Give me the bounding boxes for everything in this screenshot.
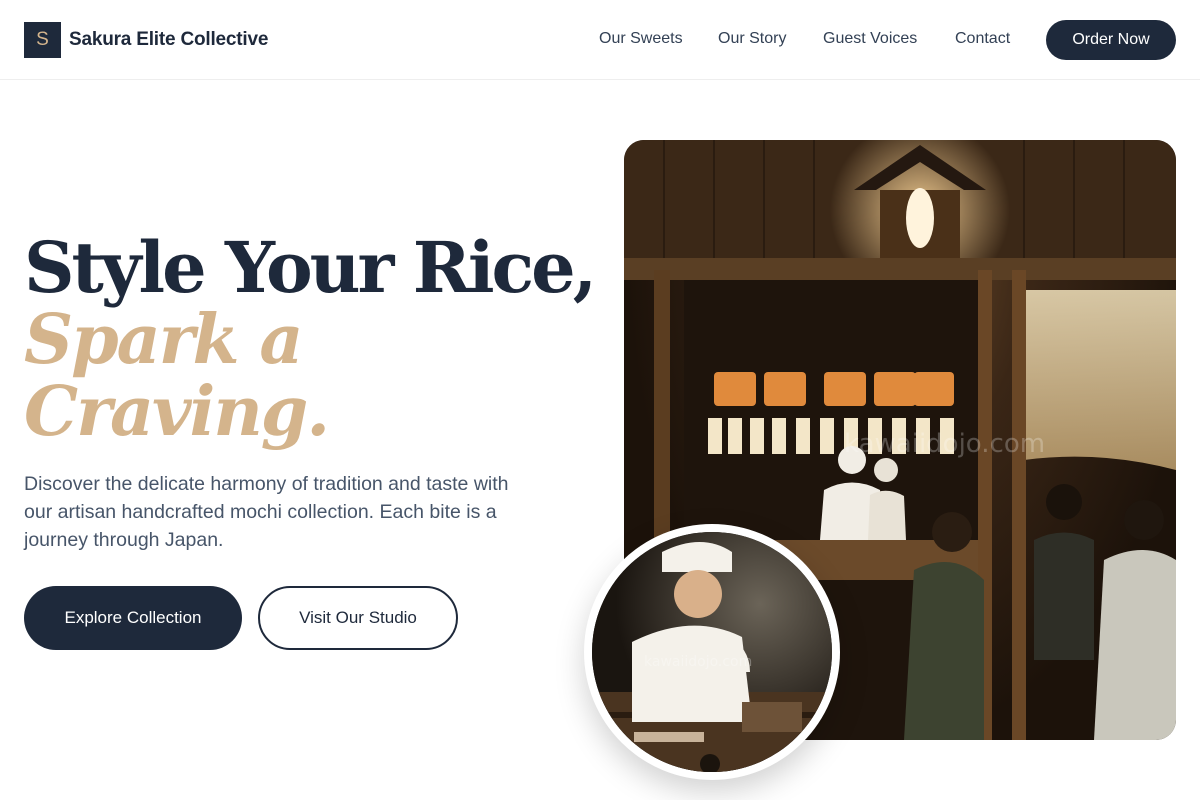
logo-mark: S	[24, 22, 61, 58]
chef-portrait-image: kawaiidojo.com	[592, 532, 832, 772]
order-now-button[interactable]: Order Now	[1046, 20, 1176, 60]
nav-link-our-story[interactable]: Our Story	[718, 30, 786, 48]
explore-collection-button[interactable]: Explore Collection	[24, 586, 242, 650]
inset-watermark-text: kawaiidojo.com	[644, 654, 752, 670]
chef-portrait-frame: kawaiidojo.com	[584, 524, 840, 780]
nav-link-our-sweets[interactable]: Our Sweets	[599, 30, 683, 48]
watermark-text: kawaiidojo.com	[844, 429, 1045, 459]
hero-headline-line2: Spark a	[24, 300, 303, 380]
hero-description: Discover the delicate harmony of traditi…	[24, 473, 509, 551]
visit-studio-button[interactable]: Visit Our Studio	[258, 586, 458, 650]
site-header: S Sakura Elite Collective Our Sweets Our…	[0, 0, 1200, 80]
hero-headline-line1: Style Your Rice,	[24, 226, 597, 309]
nav-link-contact[interactable]: Contact	[955, 30, 1010, 48]
brand-logo[interactable]: S Sakura Elite Collective	[24, 22, 268, 58]
hero-headline-line3: Craving.	[24, 372, 330, 452]
nav-link-guest-voices[interactable]: Guest Voices	[823, 30, 917, 48]
brand-name: Sakura Elite Collective	[69, 29, 269, 50]
